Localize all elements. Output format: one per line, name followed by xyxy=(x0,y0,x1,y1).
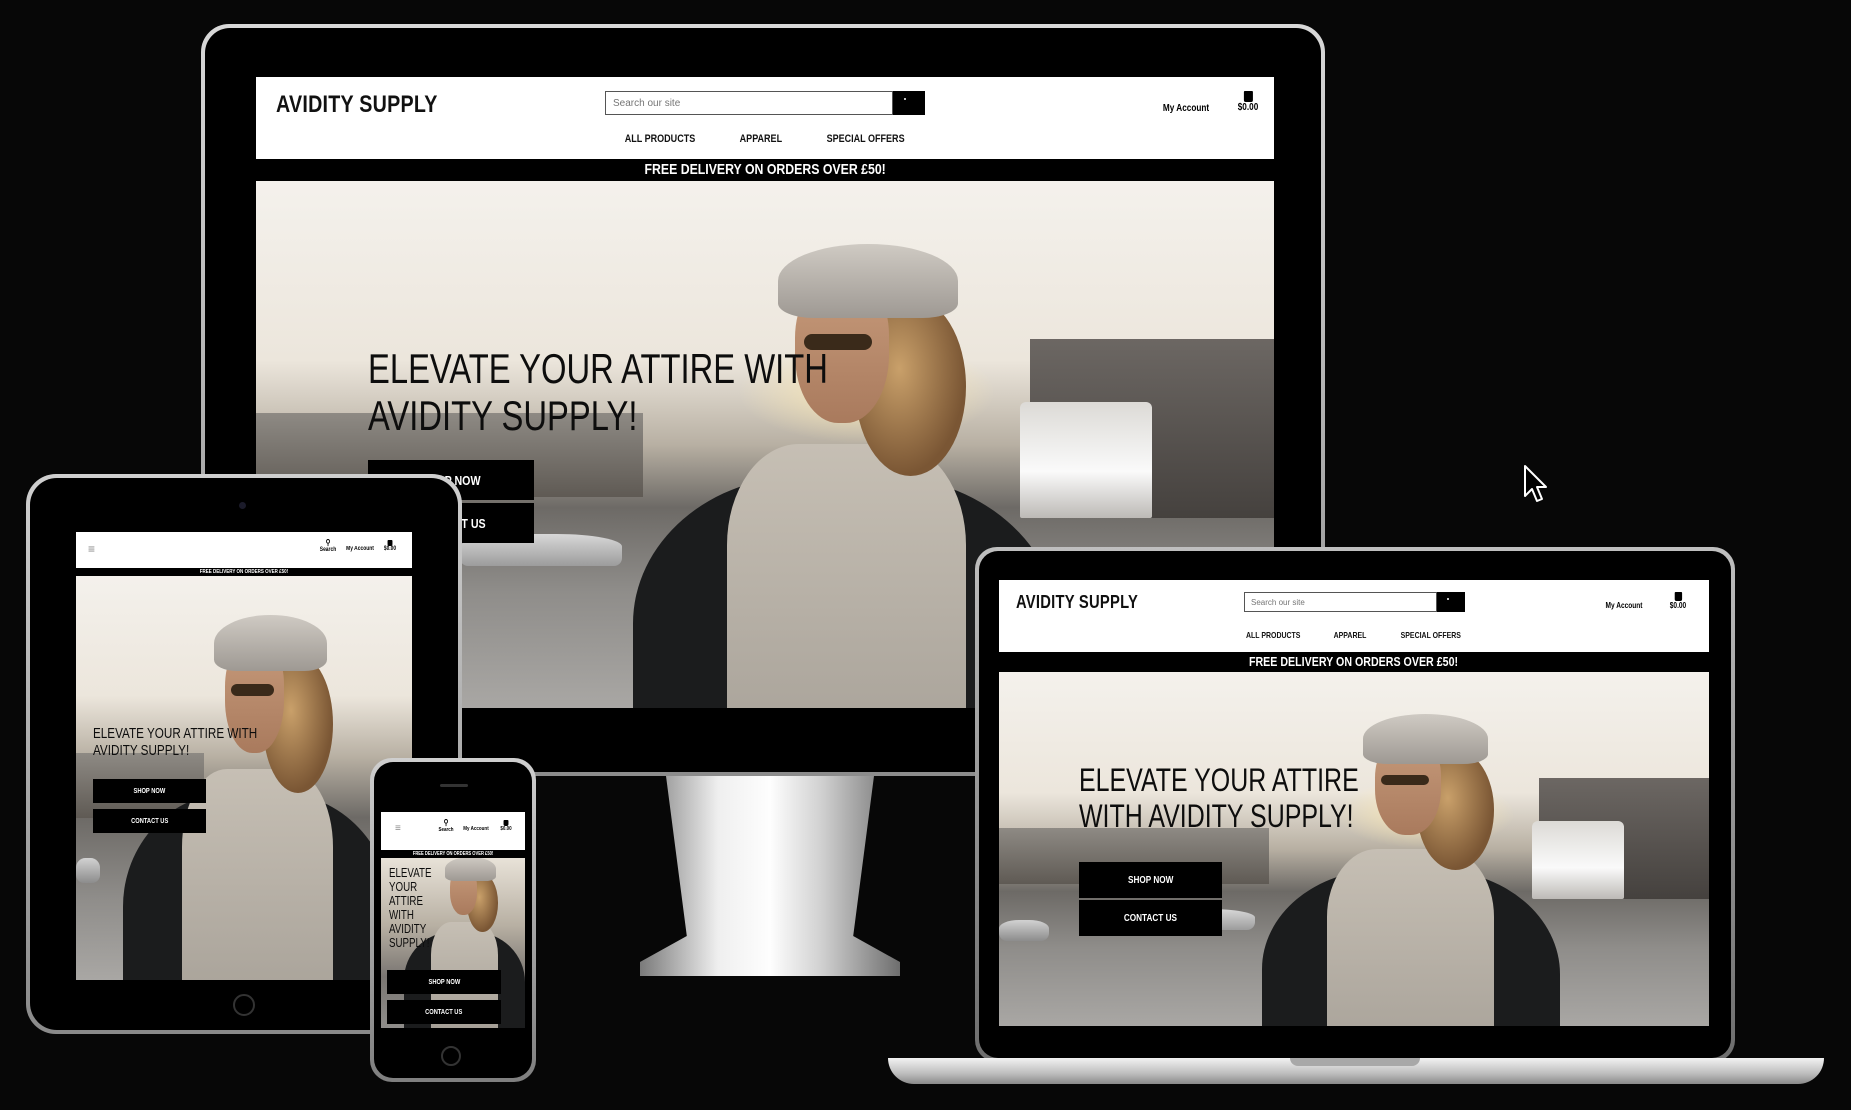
laptop-notch xyxy=(1290,1058,1420,1066)
phone-screen: ≡ ⚲ Search My Account $0.00 FREE DELIVER… xyxy=(381,812,525,1028)
tablet-camera xyxy=(239,502,246,509)
nav-all-products[interactable]: ALL PRODUCTS xyxy=(1246,630,1300,640)
tablet-contact-us-button[interactable]: CONTACT US xyxy=(93,809,206,833)
laptop-main-nav: ALL PRODUCTS APPAREL SPECIAL OFFERS xyxy=(999,630,1709,640)
phone-home-button[interactable] xyxy=(441,1046,461,1066)
hero-title: ELEVATE YOUR ATTIRE WITH AVIDITY SUPPLY! xyxy=(368,345,828,440)
main-nav: ALL PRODUCTS APPAREL SPECIAL OFFERS xyxy=(256,133,1274,145)
cart-total: $0.00 xyxy=(1237,102,1259,113)
laptop-cart-link[interactable]: $0.00 xyxy=(1662,590,1693,610)
shopping-bag-icon xyxy=(1243,91,1253,102)
nav-all-products[interactable]: ALL PRODUCTS xyxy=(624,133,694,145)
laptop-search-bar xyxy=(1244,592,1438,612)
tablet-header: ≡ ⚲ Search My Account $0.00 xyxy=(76,532,412,568)
phone-hero-title: ELEVATE YOUR ATTIRE WITH AVIDITY SUPPLY! xyxy=(389,866,432,950)
search-icon: ⚲ xyxy=(325,538,331,547)
search-icon xyxy=(1447,598,1455,606)
cursor-icon xyxy=(1524,465,1547,502)
laptop-site-logo[interactable]: AVIDITY SUPPLY xyxy=(1016,592,1138,613)
tablet-home-button[interactable] xyxy=(233,994,255,1016)
laptop-hero-title: ELEVATE YOUR ATTIRE WITH AVIDITY SUPPLY! xyxy=(1079,762,1359,835)
nav-apparel[interactable]: APPAREL xyxy=(739,133,781,145)
nav-special-offers[interactable]: SPECIAL OFFERS xyxy=(827,133,905,145)
user-icon xyxy=(1180,89,1191,103)
account-link[interactable]: My Account xyxy=(1161,89,1210,114)
search-button[interactable] xyxy=(893,91,925,115)
phone-search-link[interactable]: ⚲ Search xyxy=(435,818,456,833)
search-icon xyxy=(904,98,914,108)
tablet-hero-image xyxy=(76,574,412,980)
site-header: AVIDITY SUPPLY My Account $0.00 ALL PROD… xyxy=(256,77,1274,159)
laptop-hero-image xyxy=(999,672,1709,1026)
phone-speaker xyxy=(440,784,468,787)
delivery-banner: FREE DELIVERY ON ORDERS OVER £50! xyxy=(256,159,1274,181)
phone-delivery-banner: FREE DELIVERY ON ORDERS OVER £50! xyxy=(381,850,525,858)
account-label: My Account xyxy=(1162,103,1210,114)
laptop-search-input[interactable] xyxy=(1245,593,1438,611)
tablet-account-link[interactable]: My Account xyxy=(345,538,375,552)
phone-shop-now-button[interactable]: SHOP NOW xyxy=(387,970,501,994)
laptop-header: AVIDITY SUPPLY My Account $0.00 ALL PROD… xyxy=(999,580,1709,652)
user-icon xyxy=(1619,590,1628,601)
site-logo[interactable]: AVIDITY SUPPLY xyxy=(276,91,438,119)
phone-cart-link[interactable]: $0.00 xyxy=(497,818,515,832)
tablet-cart-link[interactable]: $0.00 xyxy=(380,538,400,552)
search-input[interactable] xyxy=(606,92,894,114)
hamburger-icon[interactable]: ≡ xyxy=(395,823,401,834)
laptop-contact-us-button[interactable]: CONTACT US xyxy=(1079,900,1222,936)
phone-account-link[interactable]: My Account xyxy=(462,818,490,832)
tablet-delivery-banner: FREE DELIVERY ON ORDERS OVER £50! xyxy=(76,568,412,576)
search-bar xyxy=(605,91,894,115)
laptop-search-button[interactable] xyxy=(1437,592,1465,612)
user-icon xyxy=(473,818,480,826)
laptop-shop-now-button[interactable]: SHOP NOW xyxy=(1079,862,1222,898)
nav-apparel[interactable]: APPAREL xyxy=(1334,630,1367,640)
cart-link[interactable]: $0.00 xyxy=(1230,89,1266,113)
phone-contact-us-button[interactable]: CONTACT US xyxy=(387,1000,501,1024)
hamburger-icon[interactable]: ≡ xyxy=(88,542,95,556)
user-icon xyxy=(357,538,364,546)
tablet-hero-title: ELEVATE YOUR ATTIRE WITH AVIDITY SUPPLY! xyxy=(93,725,258,759)
shopping-bag-icon xyxy=(503,820,509,826)
laptop-screen: AVIDITY SUPPLY My Account $0.00 ALL PROD… xyxy=(999,580,1709,1026)
tablet-shop-now-button[interactable]: SHOP NOW xyxy=(93,779,206,803)
laptop-delivery-banner: FREE DELIVERY ON ORDERS OVER £50! xyxy=(999,652,1709,672)
tablet-search-link[interactable]: ⚲ Search xyxy=(316,538,341,553)
shopping-bag-icon xyxy=(387,540,393,546)
desktop-stand xyxy=(640,776,900,976)
search-icon: ⚲ xyxy=(443,818,449,827)
phone-header: ≡ ⚲ Search My Account $0.00 xyxy=(381,812,525,848)
shopping-bag-icon xyxy=(1674,592,1682,601)
tablet-screen: ≡ ⚲ Search My Account $0.00 FREE DELIVER… xyxy=(76,532,412,980)
nav-special-offers[interactable]: SPECIAL OFFERS xyxy=(1401,630,1461,640)
laptop-account-link[interactable]: My Account xyxy=(1604,590,1645,610)
